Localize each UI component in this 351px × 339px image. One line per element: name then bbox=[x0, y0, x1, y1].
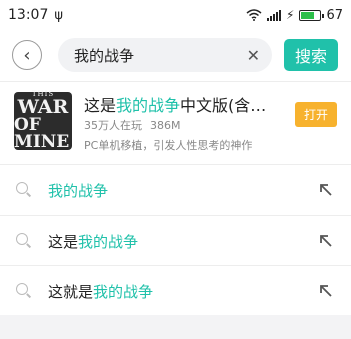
logo-line-3: OF MINE bbox=[14, 115, 70, 152]
suggestion-prefix: 这就是 bbox=[48, 282, 94, 301]
game-title: 这是我的战争中文版(含数.. bbox=[84, 92, 270, 114]
chevron-left-icon: ‹ bbox=[23, 44, 31, 66]
arrow-up-left-icon[interactable] bbox=[317, 282, 335, 300]
status-left: 13:07 ψ bbox=[8, 7, 63, 23]
search-icon bbox=[16, 233, 32, 249]
suggestion-text: 这就是我的战争 bbox=[48, 281, 153, 302]
game-size: 386M bbox=[150, 119, 181, 132]
suggestion-item[interactable]: 这就是我的战争 bbox=[0, 266, 351, 316]
search-icon bbox=[16, 182, 32, 198]
status-right: ⚡ 67 bbox=[246, 8, 343, 23]
back-button[interactable]: ‹ bbox=[12, 40, 42, 70]
suggestion-text: 我的战争 bbox=[48, 180, 108, 201]
arrow-up-left-icon[interactable] bbox=[317, 232, 335, 250]
suggestion-prefix: 这是 bbox=[48, 232, 79, 251]
suggestion-text: 这是我的战争 bbox=[48, 231, 138, 252]
suggestion-highlight: 我的战争 bbox=[93, 282, 154, 301]
game-description: PC单机移植，引发人性思考的神作 bbox=[84, 139, 253, 152]
header-divider bbox=[0, 81, 351, 82]
wifi-icon bbox=[246, 9, 262, 21]
game-meta: 35万人在玩 386M bbox=[84, 117, 270, 133]
suggestion-highlight: 我的战争 bbox=[48, 181, 109, 200]
game-result-card[interactable]: THIS WAR OF MINE 这是我的战争中文版(含数.. 35万人在玩 38… bbox=[0, 84, 351, 162]
arrow-up-left-icon[interactable] bbox=[317, 181, 335, 199]
title-highlight: 我的战争 bbox=[116, 96, 181, 114]
footer-background bbox=[0, 315, 351, 339]
open-button[interactable]: 打开 bbox=[295, 102, 337, 127]
search-button[interactable]: 搜索 bbox=[284, 39, 338, 71]
battery-level: 67 bbox=[326, 7, 343, 23]
suggestion-item[interactable]: 这是我的战争 bbox=[0, 216, 351, 266]
search-query: 我的战争 bbox=[74, 46, 135, 65]
search-input[interactable]: 我的战争 ✕ bbox=[58, 38, 272, 72]
suggestion-item[interactable]: 我的战争 bbox=[0, 165, 351, 215]
title-suffix: 中文版(含数.. bbox=[180, 96, 270, 114]
clear-icon[interactable]: ✕ bbox=[247, 46, 260, 65]
suggestion-highlight: 我的战争 bbox=[78, 232, 139, 251]
search-icon bbox=[16, 283, 32, 299]
game-players: 35万人在玩 bbox=[84, 119, 142, 132]
search-header: ‹ 我的战争 ✕ 搜索 bbox=[0, 32, 351, 78]
status-bar: 13:07 ψ ⚡ 67 bbox=[0, 0, 351, 30]
game-logo: THIS WAR OF MINE bbox=[14, 91, 72, 152]
usb-icon: ψ bbox=[54, 7, 63, 23]
charging-icon: ⚡ bbox=[286, 8, 295, 22]
signal-icon bbox=[267, 9, 282, 21]
game-info: 这是我的战争中文版(含数.. 35万人在玩 386M PC单机移植，引发人性思考的… bbox=[84, 92, 270, 153]
title-prefix: 这是 bbox=[84, 96, 117, 114]
status-time: 13:07 bbox=[8, 7, 49, 23]
battery-icon bbox=[299, 9, 325, 21]
